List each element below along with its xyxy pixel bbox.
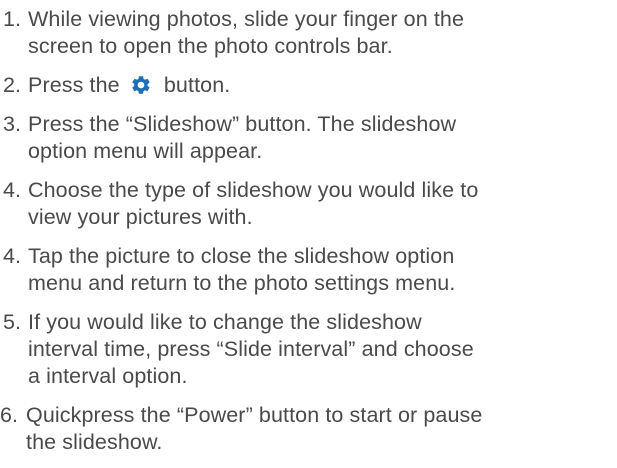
step-number: 5. (3, 310, 22, 334)
step-text-before-icon: Press the (28, 73, 120, 97)
step-text-line: If you would like to change the slidesho… (28, 310, 422, 334)
step-number: 4. (3, 178, 22, 202)
step-number: 2. (3, 73, 22, 97)
step-text-line: Tap the picture to close the slideshow o… (28, 244, 455, 268)
step-4b: 4. Tap the picture to close the slidesho… (0, 243, 617, 297)
step-text-line: While viewing photos, slide your finger … (28, 7, 465, 31)
step-text-line: menu and return to the photo settings me… (28, 271, 456, 295)
step-text-line: Quickpress the “Power” button to start o… (26, 403, 483, 427)
step-text-after-icon: button. (163, 73, 231, 97)
step-text-line: interval time, press “Slide interval” an… (28, 337, 474, 361)
gear-icon (130, 74, 152, 96)
step-1: 1. While viewing photos, slide your fing… (0, 6, 617, 60)
step-text-line: option menu will appear. (28, 139, 263, 163)
step-4: 4. Choose the type of slideshow you woul… (0, 177, 617, 231)
step-text-line: Press the “Slideshow” button. The slides… (28, 112, 457, 136)
step-5: 5. If you would like to change the slide… (0, 309, 617, 390)
step-text-line: screen to open the photo controls bar. (28, 34, 393, 58)
step-number: 3. (3, 112, 22, 136)
step-text-line: the slideshow. (26, 430, 163, 454)
step-3: 3. Press the “Slideshow” button. The sli… (0, 111, 617, 165)
step-text-line: Choose the type of slideshow you would l… (28, 178, 479, 202)
step-number: 1. (3, 7, 22, 31)
step-2: 2. Press the button. (0, 72, 617, 99)
step-number: 6. (0, 403, 19, 427)
step-text-line: a interval option. (28, 364, 188, 388)
step-number: 4. (3, 244, 22, 268)
step-text-line: view your pictures with. (28, 205, 253, 229)
instruction-steps: 1. While viewing photos, slide your fing… (0, 6, 617, 468)
step-6: 6. Quickpress the “Power” button to star… (0, 402, 617, 456)
